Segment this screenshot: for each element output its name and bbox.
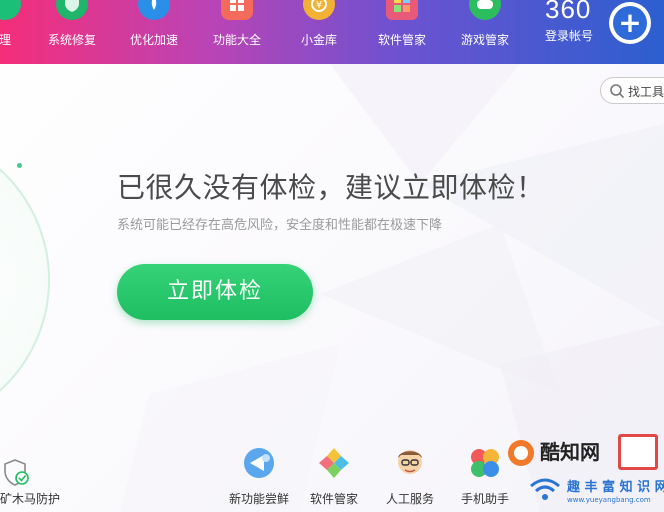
tool-trojan-protection[interactable]: 矿木马防护 [0, 444, 64, 512]
page-title: 已很久没有体检，建议立即体检！ [117, 171, 545, 204]
software-manager-icon [386, 0, 418, 20]
ring-indicator [17, 163, 22, 168]
nav-item-system-repair[interactable]: 系统修复 [42, 0, 102, 64]
nav-item-label: 理 [0, 33, 11, 47]
watermark-logo-icon [508, 440, 534, 466]
tool-label: 人工服务 [385, 492, 434, 506]
page-subtitle: 系统可能已经存在高危风险，安全度和性能都在极速下降 [117, 218, 443, 233]
tool-search[interactable]: 找工具 [600, 77, 664, 104]
status-ring [0, 130, 50, 430]
watermark-url: www.yueyangbang.com [567, 496, 651, 504]
watermark-subtitle: 趣 丰 富 知 识 网 [567, 480, 664, 495]
watermark-title: 酷知网 [540, 440, 600, 464]
tool-label: 手机助手 [460, 492, 509, 506]
shield-repair-icon [56, 0, 88, 20]
watermark-badge [618, 434, 658, 470]
app-window: 理 系统修复 优化加速 功能大全 ¥ 小金库 软件管家 游戏管家 360 登录帐… [0, 0, 664, 512]
add-button[interactable]: + [609, 2, 651, 44]
nav-item-label: 软件管家 [377, 33, 426, 47]
wifi-icon [530, 478, 560, 500]
software-manager-icon [319, 448, 349, 478]
nav-item-game-manager[interactable]: 游戏管家 [455, 0, 515, 64]
tool-human-service[interactable]: 人工服务 [382, 444, 438, 512]
tool-label: 新功能尝鲜 [228, 492, 289, 506]
top-nav-bar: 理 系统修复 优化加速 功能大全 ¥ 小金库 软件管家 游戏管家 360 登录帐… [0, 0, 664, 64]
nav-item-features[interactable]: 功能大全 [207, 0, 267, 64]
tool-label: 软件管家 [309, 492, 358, 506]
tool-label: 矿木马防护 [0, 492, 60, 506]
nav-item-label: 小金库 [300, 33, 337, 47]
human-service-icon [398, 450, 422, 474]
grid-icon [221, 0, 253, 20]
nav-item-software-manager[interactable]: 软件管家 [372, 0, 432, 64]
phone-assistant-icon [471, 449, 499, 477]
rocket-icon [138, 0, 170, 20]
nav-item-label: 优化加速 [129, 33, 178, 47]
nav-item-label: 功能大全 [212, 33, 261, 47]
trojan-protection-icon [4, 459, 29, 486]
nav-item-label: 系统修复 [47, 33, 96, 47]
brand-logo: 360 [545, 0, 592, 24]
check-now-button[interactable]: 立即体检 [117, 264, 313, 320]
svg-text:¥: ¥ [316, 0, 322, 11]
coin-icon: ¥ [303, 0, 335, 20]
nav-item-vault[interactable]: ¥ 小金库 [292, 0, 346, 64]
nav-item-optimize[interactable]: 优化加速 [124, 0, 184, 64]
nav-item-cleanup[interactable]: 理 [0, 0, 22, 64]
gamepad-icon [469, 0, 501, 20]
login-link[interactable]: 登录帐号 [545, 27, 593, 44]
search-label: 找工具 [628, 85, 664, 99]
plus-icon: + [613, 6, 647, 40]
tool-new-feature[interactable]: 新功能尝鲜 [226, 444, 292, 512]
tool-software-manager[interactable]: 软件管家 [306, 444, 362, 512]
nav-item-label: 游戏管家 [460, 33, 509, 47]
cleanup-icon [0, 0, 21, 20]
new-feature-icon [244, 448, 274, 478]
search-icon [610, 84, 625, 99]
